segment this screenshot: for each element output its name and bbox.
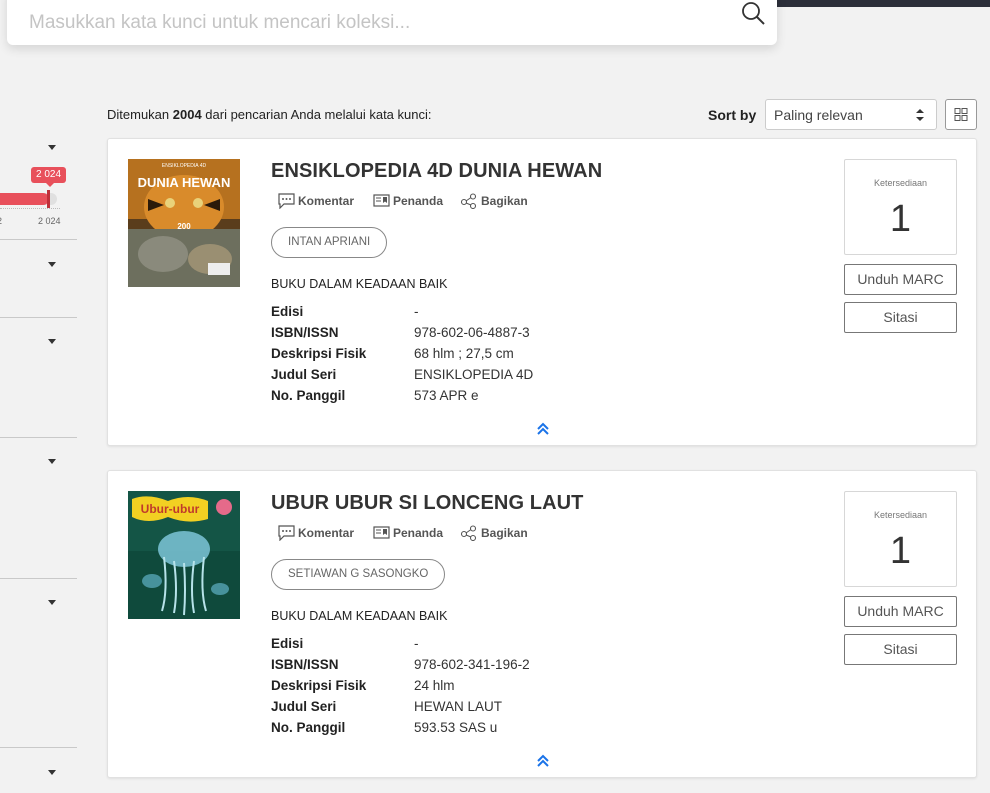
filter-section-4[interactable]: [0, 438, 77, 579]
meta-key: Judul Seri: [271, 367, 337, 382]
book-condition: BUKU DALAM KEADAAN BAIK: [271, 609, 448, 623]
cite-button[interactable]: Sitasi: [844, 302, 957, 333]
book-title[interactable]: ENSIKLOPEDIA 4D DUNIA HEWAN: [271, 160, 602, 183]
meta-key: Deskripsi Fisik: [271, 346, 367, 361]
search-bar: [7, 0, 777, 45]
filter-section-year: 2 024 2 2 024: [0, 130, 77, 240]
meta-key: Judul Seri: [271, 699, 337, 714]
availability-label: Ketersediaan: [873, 178, 928, 188]
grid-view-toggle[interactable]: [945, 99, 977, 130]
year-range-fill: [0, 193, 49, 205]
comment-label: Komentar: [298, 194, 355, 208]
filter-section-3[interactable]: [0, 318, 77, 438]
availability-label: Ketersediaan: [873, 510, 928, 520]
chevron-down-icon[interactable]: [48, 145, 56, 150]
meta-key: Deskripsi Fisik: [271, 678, 367, 693]
meta-key: Edisi: [271, 636, 304, 651]
result-card: ENSIKLOPEDIA 4D DUNIA HEWAN 200 ENSIKLOP…: [107, 138, 977, 446]
results-prefix: Ditemukan: [107, 107, 173, 122]
chevron-down-icon[interactable]: [48, 459, 56, 464]
year-range-max-label: 2 024: [38, 216, 61, 226]
availability-box: Ketersediaan 1: [844, 159, 957, 255]
chevron-down-icon[interactable]: [48, 339, 56, 344]
meta-value: ENSIKLOPEDIA 4D: [414, 367, 534, 382]
result-card: Ubur-ubur UBUR UBUR SI LONCENG LAUT Kome…: [107, 470, 977, 778]
meta-value: 978-602-341-196-2: [414, 657, 530, 672]
cite-button[interactable]: Sitasi: [844, 634, 957, 665]
comment-icon: [278, 193, 295, 209]
year-range-handle[interactable]: [47, 190, 50, 208]
share-icon: [460, 525, 477, 541]
hero-banner: [777, 0, 990, 7]
year-range-badge: 2 024: [31, 167, 66, 187]
select-arrows-icon: [916, 109, 924, 121]
download-marc-button[interactable]: Unduh MARC: [844, 596, 957, 627]
bookmark-icon: [373, 526, 390, 539]
sort-select[interactable]: Paling relevan: [765, 99, 937, 130]
results-suffix: dari pencarian Anda melalui kata kunci:: [201, 107, 432, 122]
results-summary: Ditemukan 2004 dari pencarian Anda melal…: [107, 107, 431, 122]
chevron-double-up-icon[interactable]: [536, 754, 550, 768]
filter-section-6[interactable]: [0, 748, 77, 793]
book-title[interactable]: UBUR UBUR SI LONCENG LAUT: [271, 492, 584, 515]
sort-selected-value: Paling relevan: [774, 107, 863, 123]
availability-count: 1: [889, 530, 912, 572]
meta-value: HEWAN LAUT: [414, 699, 503, 714]
year-range-min-label: 2: [0, 216, 2, 226]
search-input[interactable]: [7, 0, 727, 45]
meta-value: 593.53 SAS u: [414, 720, 498, 735]
results-count: 2004: [172, 107, 202, 122]
svg-text:ENSIKLOPEDIA 4D: ENSIKLOPEDIA 4D: [162, 163, 207, 169]
author-tag[interactable]: INTAN APRIANI: [271, 227, 388, 258]
meta-value: 24 hlm: [414, 678, 455, 693]
search-icon[interactable]: [740, 0, 766, 26]
author-tag[interactable]: SETIAWAN G SASONGKO: [271, 559, 446, 590]
comment-icon: [278, 525, 295, 541]
share-icon: [460, 193, 477, 209]
bookmark-icon: [373, 194, 390, 207]
meta-key: ISBN/ISSN: [271, 657, 339, 672]
availability-count: 1: [889, 198, 912, 240]
chevron-down-icon[interactable]: [48, 770, 56, 775]
meta-key: ISBN/ISSN: [271, 325, 339, 340]
sort-label: Sort by: [708, 107, 757, 123]
meta-value: 573 APR e: [414, 388, 479, 403]
chevron-down-icon[interactable]: [48, 600, 56, 605]
bookmark-label: Penanda: [393, 526, 444, 540]
filter-section-2[interactable]: [0, 240, 77, 318]
book-cover-image[interactable]: Ubur-ubur: [128, 491, 240, 619]
svg-text:200: 200: [177, 222, 191, 231]
svg-text:Ubur-ubur: Ubur-ubur: [141, 502, 200, 516]
share-label: Bagikan: [481, 194, 528, 208]
meta-value: -: [414, 304, 419, 319]
filter-section-5[interactable]: [0, 579, 77, 748]
book-cover-image[interactable]: ENSIKLOPEDIA 4D DUNIA HEWAN 200: [128, 159, 240, 287]
comment-label: Komentar: [298, 526, 355, 540]
year-range-ticks: [0, 208, 60, 212]
meta-key: Edisi: [271, 304, 304, 319]
meta-key: No. Panggil: [271, 388, 346, 403]
grid-icon: [954, 108, 968, 121]
book-condition: BUKU DALAM KEADAAN BAIK: [271, 277, 448, 291]
filter-sidebar: 2 024 2 2 024: [0, 130, 78, 793]
meta-value: 68 hlm ; 27,5 cm: [414, 346, 514, 361]
availability-box: Ketersediaan 1: [844, 491, 957, 587]
chevron-double-up-icon[interactable]: [536, 422, 550, 436]
meta-value: 978-602-06-4887-3: [414, 325, 530, 340]
bookmark-label: Penanda: [393, 194, 444, 208]
meta-value: -: [414, 636, 419, 651]
chevron-down-icon[interactable]: [48, 262, 56, 267]
svg-text:DUNIA HEWAN: DUNIA HEWAN: [138, 175, 231, 190]
meta-key: No. Panggil: [271, 720, 346, 735]
download-marc-button[interactable]: Unduh MARC: [844, 264, 957, 295]
share-label: Bagikan: [481, 526, 528, 540]
